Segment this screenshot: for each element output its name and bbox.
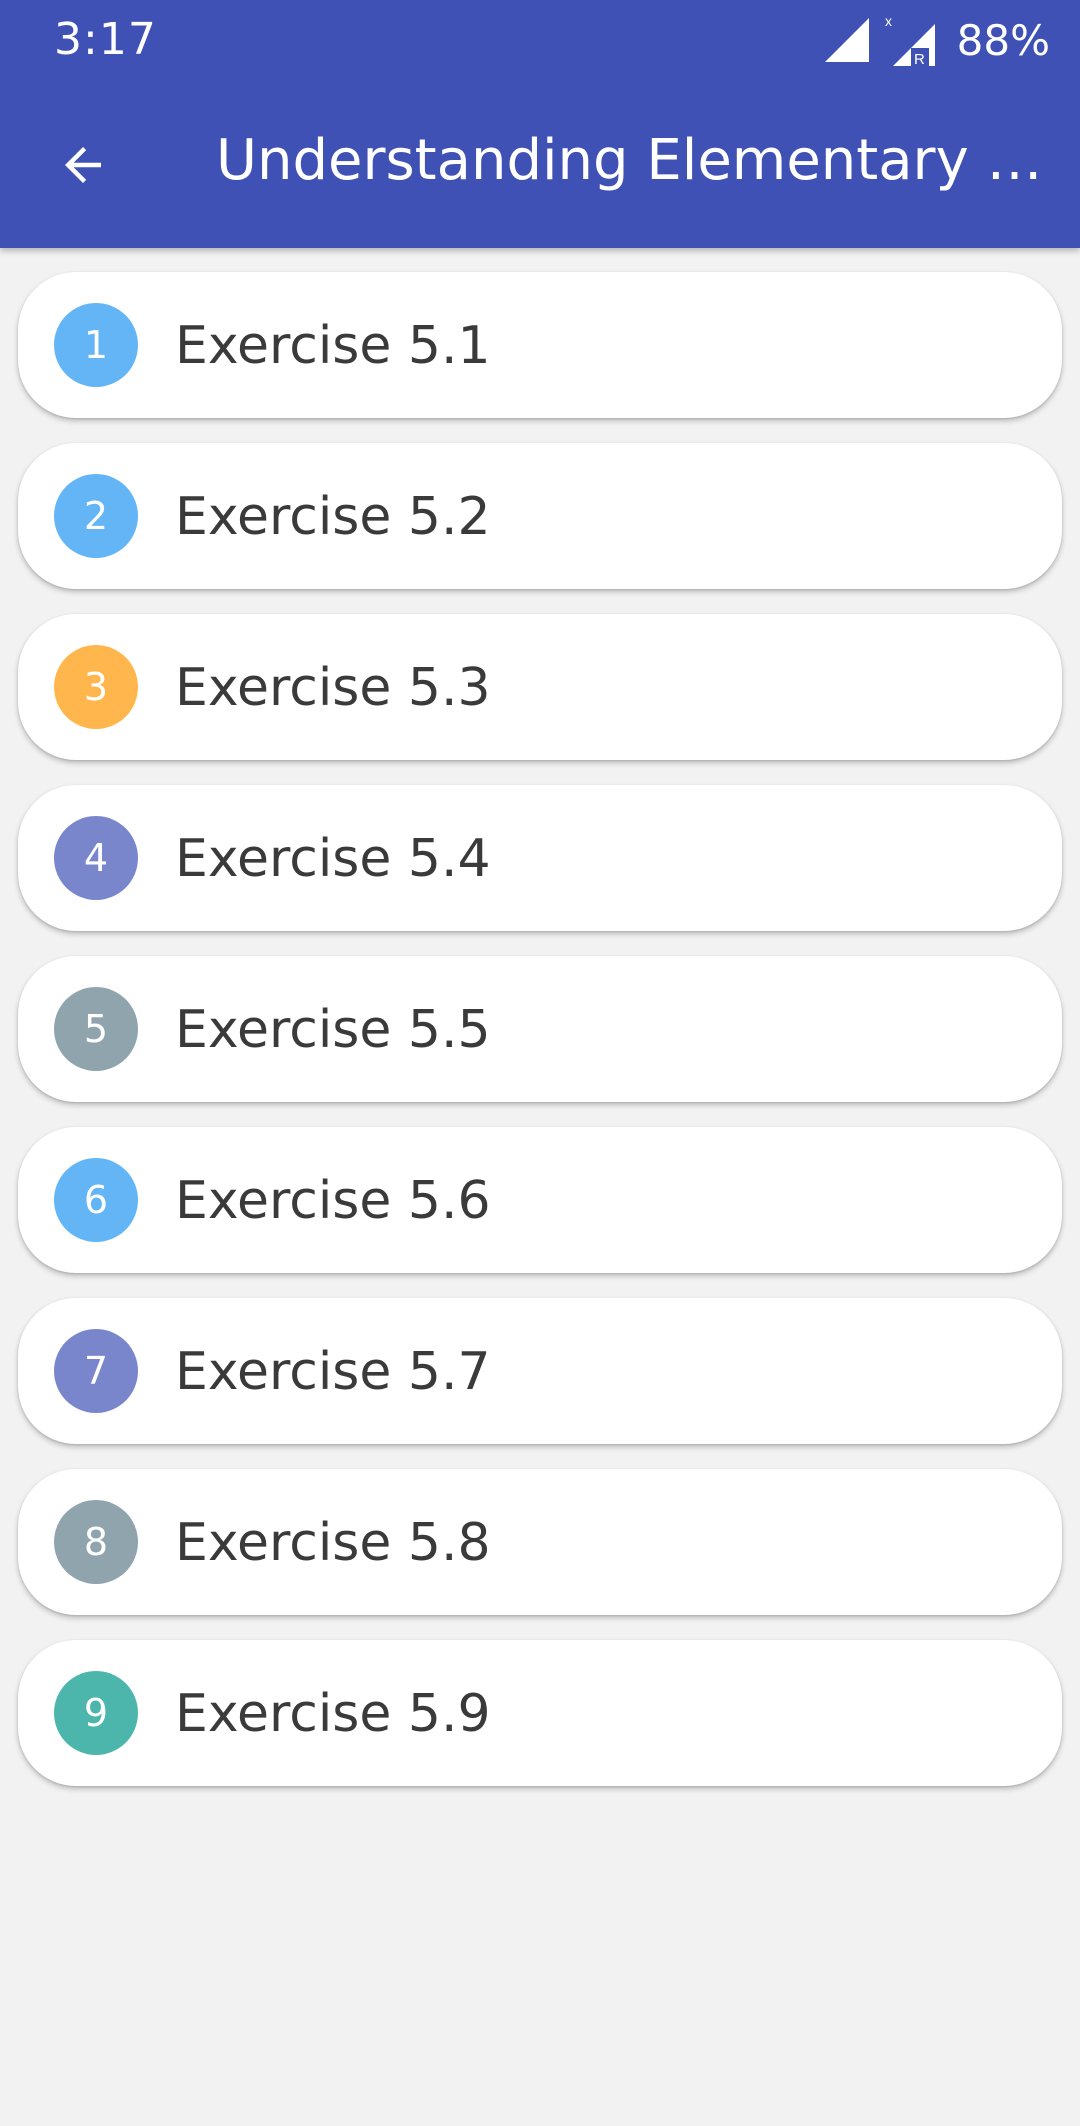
status-icons: x R 88% <box>824 12 1050 68</box>
exercise-label: Exercise 5.7 <box>175 1342 491 1402</box>
battery-level: 88% <box>956 15 1050 65</box>
exercise-label: Exercise 5.2 <box>175 487 491 547</box>
signal-roaming-icon: x R <box>885 14 935 66</box>
exercise-card-2[interactable]: 2 Exercise 5.2 <box>18 443 1062 589</box>
exercise-card-7[interactable]: 7 Exercise 5.7 <box>18 1298 1062 1444</box>
exercise-number-badge: 6 <box>54 1158 138 1242</box>
network-r-label: R <box>914 51 925 66</box>
exercise-card-9[interactable]: 9 Exercise 5.9 <box>18 1640 1062 1786</box>
status-time: 3:17 <box>54 14 157 65</box>
exercise-card-5[interactable]: 5 Exercise 5.5 <box>18 956 1062 1102</box>
exercise-number-badge: 9 <box>54 1671 138 1755</box>
network-x-label: x <box>885 14 892 29</box>
exercise-number-badge: 5 <box>54 987 138 1071</box>
exercise-label: Exercise 5.5 <box>175 1000 491 1060</box>
exercise-card-3[interactable]: 3 Exercise 5.3 <box>18 614 1062 760</box>
exercise-list: 1 Exercise 5.1 2 Exercise 5.2 3 Exercise… <box>18 272 1062 1811</box>
exercise-card-4[interactable]: 4 Exercise 5.4 <box>18 785 1062 931</box>
exercise-label: Exercise 5.4 <box>175 829 491 889</box>
exercise-card-1[interactable]: 1 Exercise 5.1 <box>18 272 1062 418</box>
back-button[interactable] <box>40 122 126 208</box>
exercise-number-badge: 3 <box>54 645 138 729</box>
arrow-left-icon <box>65 147 101 183</box>
exercise-label: Exercise 5.6 <box>175 1171 491 1231</box>
exercise-number-badge: 8 <box>54 1500 138 1584</box>
exercise-label: Exercise 5.3 <box>175 658 491 718</box>
exercise-label: Exercise 5.1 <box>175 316 491 376</box>
exercise-number-badge: 4 <box>54 816 138 900</box>
toolbar: Understanding Elementary Sha... <box>0 82 1080 248</box>
exercise-label: Exercise 5.9 <box>175 1684 491 1744</box>
exercise-number-badge: 1 <box>54 303 138 387</box>
exercise-label: Exercise 5.8 <box>175 1513 491 1573</box>
exercise-number-badge: 7 <box>54 1329 138 1413</box>
status-bar: 3:17 x R 88% <box>0 0 1080 82</box>
page-title: Understanding Elementary Sha... <box>216 128 1056 193</box>
signal-icon <box>824 18 869 62</box>
exercise-card-6[interactable]: 6 Exercise 5.6 <box>18 1127 1062 1273</box>
exercise-number-badge: 2 <box>54 474 138 558</box>
exercise-card-8[interactable]: 8 Exercise 5.8 <box>18 1469 1062 1615</box>
app-bar: 3:17 x R 88% Understanding Elementary Sh… <box>0 0 1080 248</box>
